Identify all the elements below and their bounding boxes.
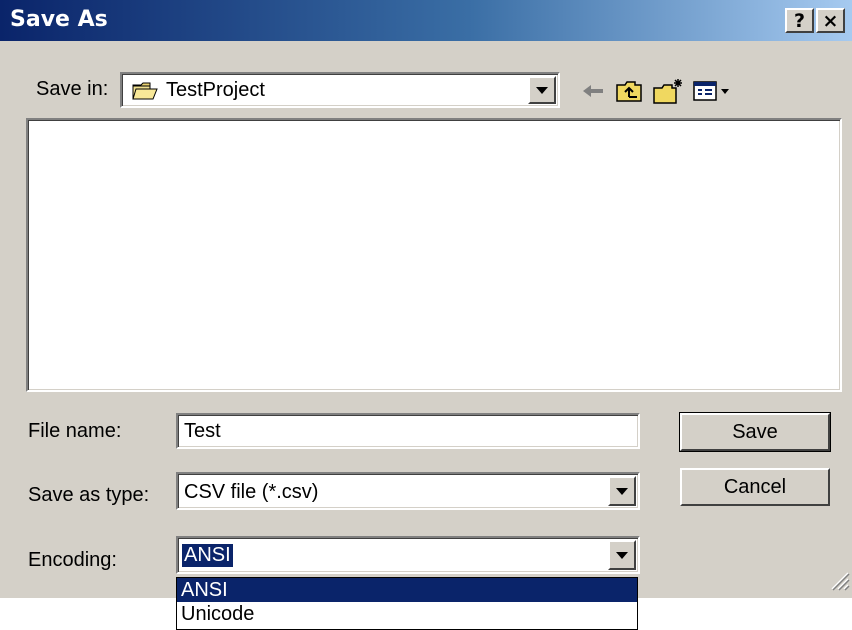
encoding-options-list[interactable]: ANSI Unicode (176, 577, 638, 630)
help-button[interactable]: ? (785, 8, 814, 33)
cancel-button[interactable]: Cancel (680, 468, 830, 506)
chevron-down-icon (536, 86, 548, 94)
file-name-value: Test (184, 420, 221, 442)
encoding-option-unicode[interactable]: Unicode (177, 602, 637, 626)
encoding-label: Encoding: (28, 549, 117, 571)
chevron-down-icon (616, 551, 628, 559)
encoding-option-ansi[interactable]: ANSI (177, 578, 637, 602)
save-as-type-value: CSV file (*.csv) (184, 481, 319, 503)
save-as-type-label: Save as type: (28, 484, 150, 506)
save-in-combo[interactable]: TestProject (120, 72, 560, 108)
resize-grip-icon[interactable] (828, 569, 850, 596)
encoding-combo[interactable]: ANSI (176, 536, 640, 574)
save-in-label: Save in: (36, 78, 109, 100)
save-as-type-dropdown-button[interactable] (608, 476, 636, 506)
save-as-dialog: Save As ? × Save in: TestProject File na… (0, 0, 852, 598)
window-title: Save As (10, 7, 108, 32)
close-button[interactable]: × (816, 8, 845, 33)
up-folder-icon[interactable] (612, 76, 646, 106)
file-list[interactable] (26, 118, 842, 392)
encoding-dropdown-button[interactable] (608, 540, 636, 570)
chevron-down-icon (616, 487, 628, 495)
save-as-type-combo[interactable]: CSV file (*.csv) (176, 472, 640, 510)
view-menu-icon[interactable] (690, 76, 734, 106)
file-name-label: File name: (28, 420, 122, 442)
save-in-dropdown-button[interactable] (528, 76, 556, 104)
new-folder-icon[interactable] (650, 76, 686, 106)
title-bar[interactable]: Save As ? × (0, 0, 852, 41)
folder-icon (132, 81, 158, 106)
save-button[interactable]: Save (679, 412, 831, 452)
back-arrow-icon[interactable] (578, 76, 608, 106)
save-in-value: TestProject (166, 79, 265, 101)
encoding-value: ANSI (182, 544, 233, 567)
file-name-input[interactable]: Test (176, 413, 640, 449)
